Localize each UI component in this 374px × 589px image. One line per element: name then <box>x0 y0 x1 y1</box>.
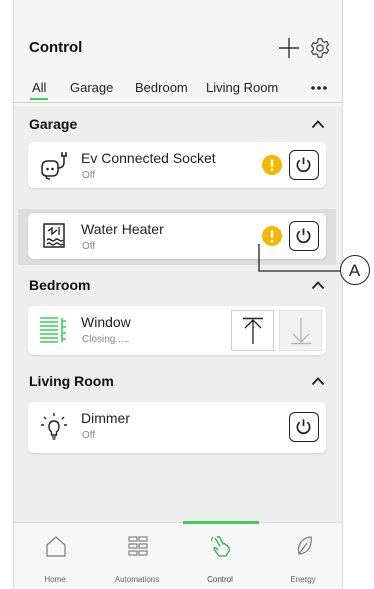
device-name: Ev Connected Socket <box>81 150 216 166</box>
page-title: Control <box>29 39 83 56</box>
leaf-icon <box>297 536 312 555</box>
more-icon[interactable] <box>309 85 329 91</box>
device-card-dimmer[interactable]: Dimmer Off <box>28 402 326 453</box>
tab-garage[interactable]: Garage <box>70 80 113 104</box>
device-status: Off <box>82 430 96 441</box>
device-card-window[interactable]: Window Closing..... <box>28 306 326 355</box>
blind-open-button[interactable] <box>231 310 274 351</box>
section-garage-header[interactable]: Garage <box>14 113 342 137</box>
callout-label: A <box>348 261 361 280</box>
nav-label: Automations <box>114 575 160 584</box>
device-name: Window <box>81 314 131 330</box>
device-status: Closing..... <box>82 334 130 345</box>
chevron-up-icon[interactable] <box>311 280 325 290</box>
nav-control[interactable]: Control <box>179 521 261 589</box>
blind-close-button[interactable] <box>279 310 322 351</box>
arrow-down-to-line-icon <box>291 318 311 345</box>
device-name: Water Heater <box>81 221 164 237</box>
device-name: Dimmer <box>81 410 130 426</box>
device-card-ev-socket[interactable]: Ev Connected Socket Off <box>28 142 326 188</box>
nav-home[interactable]: Home <box>14 523 96 589</box>
nav-label: Energy <box>290 575 316 584</box>
power-icon <box>296 419 311 434</box>
app-screen: Control All Garage Bedroom Living Room G… <box>13 0 343 589</box>
callout-badge: A <box>340 255 370 285</box>
grid-icon <box>128 536 148 556</box>
tab-all[interactable]: All <box>29 80 49 104</box>
tabs-divider <box>14 102 342 103</box>
section-title: Bedroom <box>29 277 91 293</box>
header: Control All Garage Bedroom Living Room <box>14 0 342 106</box>
section-bedroom-header[interactable]: Bedroom <box>14 274 342 298</box>
section-living-room-header[interactable]: Living Room <box>14 370 342 394</box>
plus-icon[interactable] <box>278 37 300 59</box>
power-button[interactable] <box>289 150 319 180</box>
nav-automations[interactable]: Automations <box>96 523 178 589</box>
ev-socket-icon <box>41 152 67 180</box>
warning-icon[interactable] <box>262 226 282 246</box>
warning-icon[interactable] <box>262 155 282 175</box>
tab-bedroom[interactable]: Bedroom <box>135 80 188 104</box>
water-heater-icon <box>43 223 65 248</box>
hand-icon <box>211 536 230 557</box>
chevron-up-icon[interactable] <box>311 376 325 386</box>
device-status: Off <box>82 241 96 252</box>
room-tabs: All Garage Bedroom Living Room <box>14 80 342 104</box>
chevron-up-icon[interactable] <box>311 119 325 129</box>
power-button[interactable] <box>289 221 319 251</box>
bottom-nav: Home Automations Control Energy <box>14 521 342 589</box>
nav-label: Control <box>207 575 233 584</box>
home-icon <box>46 536 66 557</box>
nav-energy[interactable]: Energy <box>262 523 342 589</box>
power-icon <box>296 228 311 243</box>
bulb-icon <box>41 413 67 440</box>
power-button[interactable] <box>289 412 319 442</box>
device-card-water-heater[interactable]: Water Heater Off <box>28 213 326 259</box>
device-status: Off <box>82 170 96 181</box>
nav-label: Home <box>44 575 66 584</box>
blind-icon <box>40 317 66 343</box>
gear-icon[interactable] <box>309 37 331 59</box>
power-icon <box>296 157 311 172</box>
section-title: Garage <box>29 116 78 132</box>
tab-living-room[interactable]: Living Room <box>206 80 278 104</box>
arrow-up-to-line-icon <box>243 317 263 344</box>
section-title: Living Room <box>29 373 114 389</box>
